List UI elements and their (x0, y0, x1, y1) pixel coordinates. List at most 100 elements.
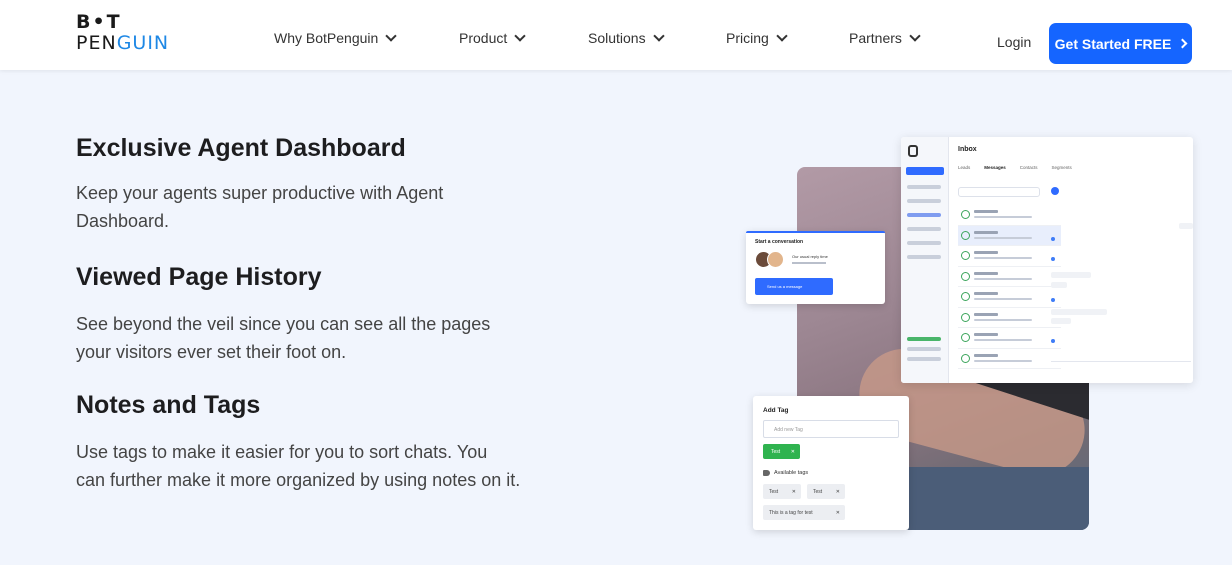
send-message-button: Send us a message (755, 278, 833, 295)
list-item (958, 225, 1061, 246)
row-line (974, 271, 998, 275)
nav-label: Partners (849, 30, 902, 46)
cta-label: Get Started FREE (1054, 35, 1172, 52)
unread-dot (1051, 339, 1055, 343)
reply-time-label: Our usual reply time (792, 254, 828, 259)
feature-page-history: Viewed Page History See beyond the veil … (76, 262, 526, 366)
row-line (974, 359, 1032, 362)
add-tag-card: Add Tag Add new Tag Test ✕ Available tags… (753, 396, 909, 530)
avatar (961, 292, 970, 301)
inbox-tabs: Leads Messages Contacts Segments (958, 165, 1072, 170)
avatar (961, 353, 970, 363)
avatar (961, 210, 970, 219)
avatar (767, 251, 784, 268)
list-item (958, 246, 1061, 267)
dashboard-preview: Inbox Leads Messages Contacts Segments (901, 137, 1193, 383)
row-line (974, 312, 998, 316)
unread-dot (1051, 257, 1055, 261)
login-link[interactable]: Login (997, 34, 1031, 50)
row-line (974, 277, 1032, 280)
nav-product[interactable]: Product (459, 29, 526, 46)
chat-avatar (1051, 187, 1059, 195)
agent-avatars (755, 251, 787, 269)
feature-title: Exclusive Agent Dashboard (76, 134, 406, 162)
feature-agent-dashboard: Exclusive Agent Dashboard Keep your agen… (76, 133, 526, 235)
tab-messages: Messages (984, 165, 1006, 170)
tab-contacts: Contacts (1019, 165, 1038, 170)
reply-time-line (792, 262, 826, 264)
card-accent (746, 231, 885, 233)
close-icon: ✕ (835, 509, 840, 516)
get-started-button[interactable]: Get Started FREE (1049, 23, 1192, 64)
chevron-down-icon (909, 29, 921, 42)
tag-icon (763, 470, 770, 476)
feature-text: Use tags to make it easier for you to so… (76, 442, 521, 490)
tag-chip: Test ✕ (763, 484, 801, 499)
bot-icon (908, 145, 918, 157)
row-line (974, 230, 998, 234)
tag-chip: This is a tag for test ✕ (763, 505, 845, 520)
sidebar-row (907, 227, 941, 231)
sidebar-row-active (907, 213, 941, 217)
active-tag-chip: Test ✕ (763, 444, 800, 459)
close-icon: ✕ (835, 488, 840, 495)
feature-notes-tags: Notes and Tags Use tags to make it easie… (76, 390, 526, 494)
list-item (958, 328, 1061, 349)
create-member-button (906, 167, 944, 175)
row-line (974, 251, 998, 254)
new-tag-input: Add new Tag (763, 420, 899, 438)
chevron-down-icon (385, 29, 397, 42)
row-line (974, 210, 998, 213)
sidebar-row (907, 185, 941, 189)
nav-partners[interactable]: Partners (849, 29, 921, 46)
row-line (974, 236, 1032, 239)
unread-dot (1051, 298, 1055, 302)
row-line (974, 318, 1032, 321)
chevron-down-icon (514, 29, 526, 42)
botpenguin-logo[interactable]: B•T PENGUIN (76, 12, 188, 54)
avatar (961, 271, 970, 281)
list-item (958, 205, 1061, 226)
nav-label: Why BotPenguin (274, 30, 379, 46)
row-line (974, 339, 1032, 341)
available-text: Available tags (774, 470, 809, 476)
row-line (974, 292, 998, 295)
row-line (974, 298, 1032, 300)
sidebar-row (907, 337, 941, 341)
chevron-down-icon (652, 29, 665, 42)
nav-label: Pricing (726, 30, 769, 46)
chat-input (1051, 361, 1191, 369)
row-line (974, 333, 998, 336)
avatar (961, 230, 970, 240)
tag-label: This is a tag for test (769, 509, 813, 516)
feature-title: Viewed Page History (76, 263, 322, 291)
chat-bubble (1179, 223, 1193, 229)
dashboard-sidebar (901, 137, 949, 383)
tab-segments: Segments (1051, 165, 1072, 170)
dashboard-main: Inbox Leads Messages Contacts Segments (949, 137, 1193, 383)
close-icon: ✕ (791, 488, 796, 495)
nav-pricing[interactable]: Pricing (726, 29, 788, 46)
add-tag-title: Add Tag (763, 407, 789, 414)
list-item (958, 349, 1061, 369)
nav-solutions[interactable]: Solutions (588, 29, 665, 46)
row-line (974, 257, 1032, 259)
sidebar-row (907, 199, 941, 203)
chevron-down-icon (776, 29, 788, 42)
chat-bubble (1051, 309, 1107, 315)
feature-text: See beyond the veil since you can see al… (76, 314, 491, 362)
logo-pen: PEN (76, 32, 117, 54)
conversation-list (958, 205, 1061, 369)
tab-leads: Leads (958, 165, 971, 170)
feature-text: Keep your agents super productive with A… (76, 183, 444, 231)
unread-dot (1051, 236, 1055, 241)
tag-label: Test (771, 448, 781, 455)
chat-bubble (1051, 318, 1071, 324)
avatar (961, 312, 970, 322)
nav-why-botpenguin[interactable]: Why BotPenguin (274, 29, 397, 46)
available-tags-label: Available tags (763, 470, 808, 476)
feature-title: Notes and Tags (76, 391, 261, 419)
logo-guin: GUIN (116, 32, 170, 54)
logo-line-bottom: PENGUIN (76, 32, 188, 54)
conversation-title: Start a conversation (755, 239, 804, 245)
